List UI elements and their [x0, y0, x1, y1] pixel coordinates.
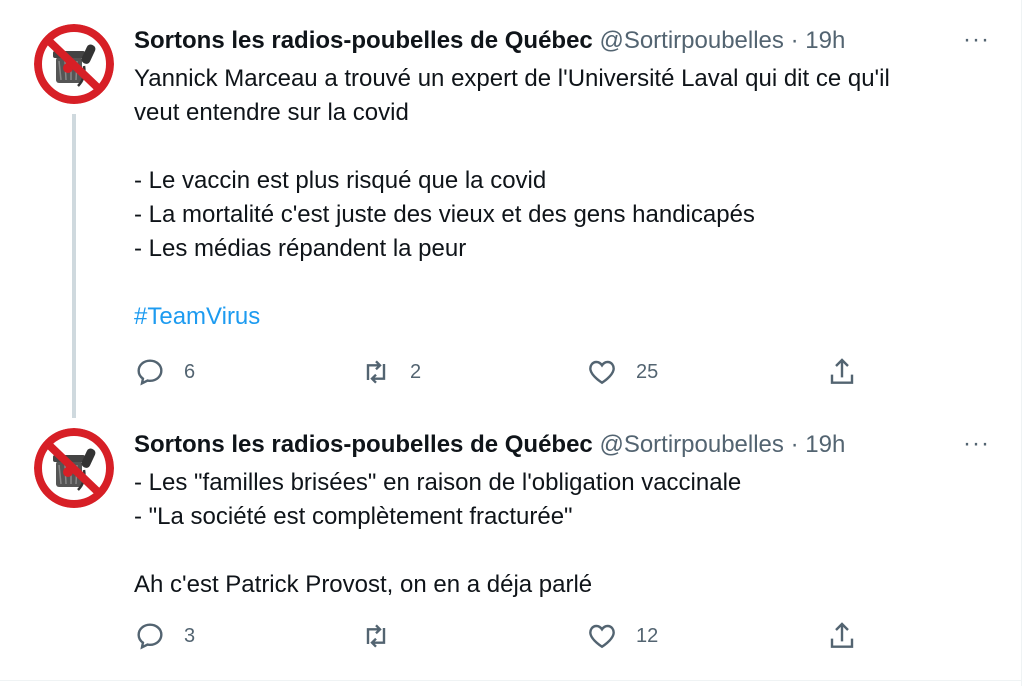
no-trash-radio-avatar-icon — [34, 428, 114, 508]
heart-icon — [589, 624, 615, 649]
more-options-icon[interactable]: ··· — [963, 26, 990, 54]
tweet-text: - Les "familles brisées" en raison de l'… — [134, 466, 994, 602]
tweet-actions: 6 2 25 — [134, 356, 874, 392]
reply-button[interactable]: 3 — [134, 620, 195, 652]
text-line: - "La société est complètement fracturée… — [134, 503, 573, 530]
more-options-icon[interactable]: ··· — [963, 430, 990, 458]
thread-connector-line — [72, 114, 76, 418]
text-line: - Les "familles brisées" en raison de l'… — [134, 469, 742, 496]
avatar[interactable] — [34, 428, 114, 508]
reply-icon — [137, 623, 163, 650]
retweet-button[interactable]: 2 — [360, 356, 421, 388]
text-line: - Le vaccin est plus risqué que la covid — [134, 167, 547, 194]
retweet-button[interactable] — [360, 620, 410, 652]
no-trash-radio-avatar-icon — [34, 24, 114, 104]
reply-count: 6 — [184, 360, 196, 383]
share-button[interactable] — [826, 356, 858, 388]
text-line: veut entendre sur la covid — [134, 99, 409, 126]
text-line: - La mortalité c'est juste des vieux et … — [134, 201, 755, 228]
reply-icon — [137, 359, 163, 386]
timestamp[interactable]: 19h — [805, 431, 845, 458]
heart-icon — [589, 360, 615, 385]
tweet-1[interactable]: Sortons les radios-poubelles de Québec @… — [0, 0, 1022, 420]
text-line: Yannick Marceau a trouvé un expert de l'… — [134, 65, 890, 92]
retweet-icon — [366, 360, 386, 384]
share-icon — [830, 358, 854, 384]
tweet-header: Sortons les radios-poubelles de Québec @… — [134, 430, 845, 460]
hashtag-link[interactable]: #TeamVirus — [134, 303, 260, 330]
retweet-count: 2 — [410, 360, 422, 383]
text-line: - Les médias répandent la peur — [134, 235, 467, 262]
tweet-header: Sortons les radios-poubelles de Québec @… — [134, 26, 845, 56]
like-button[interactable]: 25 — [586, 356, 658, 388]
share-icon — [830, 622, 854, 648]
reply-button[interactable]: 6 — [134, 356, 195, 388]
author-handle[interactable]: @Sortirpoubelles — [599, 27, 783, 54]
tweet-text: Yannick Marceau a trouvé un expert de l'… — [134, 62, 994, 334]
tweet-2[interactable]: Sortons les radios-poubelles de Québec @… — [0, 420, 1022, 680]
tweet-actions: 3 12 — [134, 620, 874, 656]
author-handle[interactable]: @Sortirpoubelles — [599, 431, 783, 458]
tweet-thread: Sortons les radios-poubelles de Québec @… — [0, 0, 1022, 686]
author-name[interactable]: Sortons les radios-poubelles de Québec — [134, 27, 593, 54]
timestamp[interactable]: 19h — [805, 27, 845, 54]
reply-count: 3 — [184, 624, 196, 647]
like-count: 25 — [636, 360, 659, 383]
avatar[interactable] — [34, 24, 114, 104]
divider — [0, 680, 1022, 681]
separator-dot: · — [790, 27, 799, 54]
like-count: 12 — [636, 624, 659, 647]
share-button[interactable] — [826, 620, 858, 652]
author-name[interactable]: Sortons les radios-poubelles de Québec — [134, 431, 593, 458]
like-button[interactable]: 12 — [586, 620, 658, 652]
retweet-icon — [366, 624, 386, 648]
separator-dot: · — [790, 431, 799, 458]
text-line: Ah c'est Patrick Provost, on en a déja p… — [134, 571, 593, 598]
